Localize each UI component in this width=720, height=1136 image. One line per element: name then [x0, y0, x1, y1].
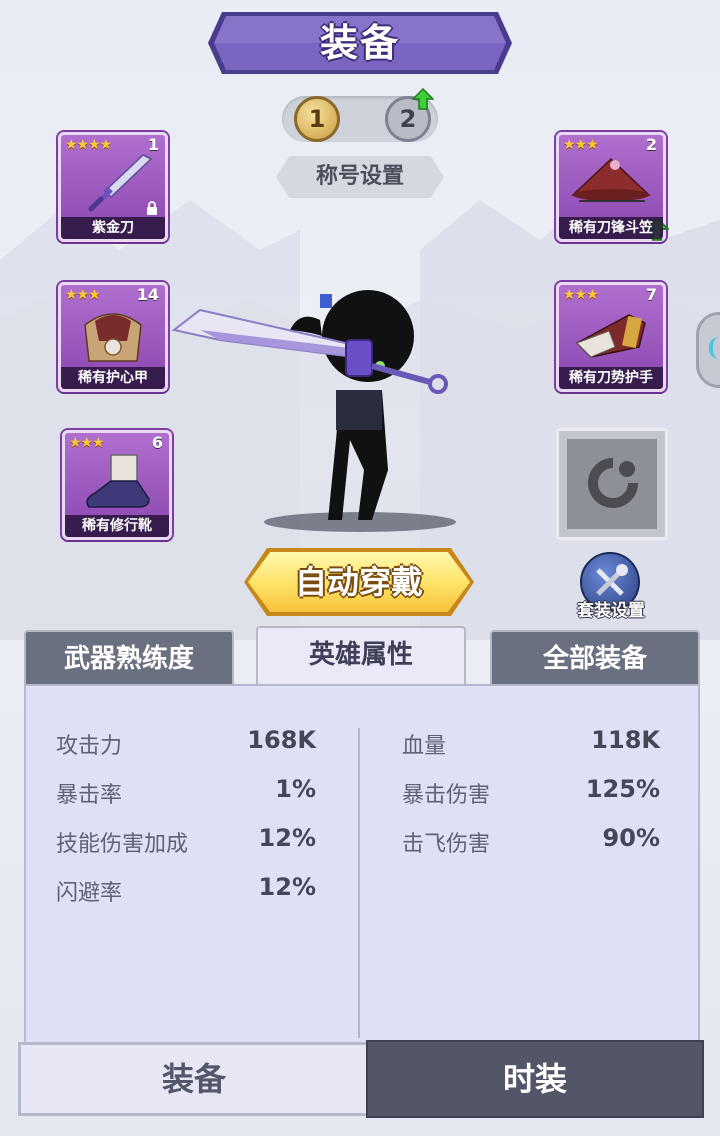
- slot-armor[interactable]: ★★★ 14 稀有护心甲: [58, 282, 168, 392]
- item-name: 稀有护心甲: [61, 367, 165, 389]
- item-name: 紫金刀: [61, 217, 165, 239]
- slot-hat[interactable]: ★★★ 2 稀有刀锋斗笠: [556, 132, 669, 242]
- suit-setting-label: 套装设置: [577, 601, 645, 621]
- stat-value: 90%: [602, 824, 660, 852]
- side-panel-handle[interactable]: [696, 312, 720, 388]
- auto-equip-button[interactable]: 自动穿戴: [244, 548, 474, 616]
- stat-value: 12%: [258, 824, 316, 852]
- star-rating: ★★★: [563, 287, 599, 303]
- item-name: 稀有修行靴: [65, 515, 169, 537]
- stat-label: 闪避率: [56, 881, 123, 906]
- slot-boots[interactable]: ★★★ 6 稀有修行靴: [62, 430, 172, 540]
- stat-value: 118K: [591, 726, 660, 754]
- page-title: 装备: [319, 21, 400, 65]
- star-rating: ★★★: [65, 287, 101, 303]
- stats-divider: [358, 728, 360, 1038]
- nav-equipment[interactable]: 装备: [18, 1042, 370, 1116]
- slot-empty[interactable]: [556, 428, 668, 540]
- stat-label: 技能伤害加成: [56, 832, 189, 857]
- lock-icon: [147, 201, 157, 215]
- tab-hero-attributes[interactable]: 英雄属性: [256, 626, 466, 688]
- item-level: 2: [645, 135, 657, 154]
- sword-icon: [88, 154, 153, 212]
- stat-label: 击飞伤害: [402, 832, 491, 857]
- page-1-button[interactable]: 1: [294, 96, 340, 142]
- page-switch: 1 2: [282, 88, 438, 142]
- boot-icon: [86, 454, 150, 508]
- title-setting-label: 称号设置: [315, 164, 404, 189]
- ring-slot-icon: [588, 458, 638, 508]
- item-name: 稀有刀势护手: [559, 367, 663, 389]
- stat-value: 12%: [258, 873, 316, 901]
- star-rating: ★★★: [69, 435, 105, 451]
- stat-value: 125%: [585, 775, 660, 803]
- nav-fashion[interactable]: 时装: [366, 1040, 704, 1118]
- hero-character: [171, 290, 456, 532]
- stat-value: 1%: [275, 775, 316, 803]
- title-banner: 装备: [208, 12, 512, 74]
- suit-setting-button[interactable]: 套装设置: [566, 552, 656, 622]
- item-name: 稀有刀锋斗笠: [559, 217, 663, 239]
- stat-label: 攻击力: [56, 734, 123, 759]
- auto-equip-label: 自动穿戴: [294, 563, 423, 601]
- gauntlet-icon: [575, 314, 646, 358]
- upgrade-arrow-icon: [412, 88, 434, 110]
- item-level: 14: [136, 285, 159, 304]
- armor-icon: [84, 313, 142, 362]
- stat-label: 暴击率: [56, 783, 123, 808]
- stat-label: 血量: [402, 734, 447, 759]
- slot-gloves[interactable]: ★★★ 7 稀有刀势护手: [556, 282, 666, 392]
- stat-value: 168K: [247, 726, 316, 754]
- title-setting-button[interactable]: 称号设置: [276, 156, 444, 198]
- star-rating: ★★★: [563, 137, 599, 153]
- stat-label: 暴击伤害: [402, 783, 491, 808]
- slot-weapon[interactable]: ★★★★ 1 紫金刀: [58, 132, 168, 242]
- item-level: 7: [645, 285, 657, 304]
- star-rating: ★★★★: [65, 137, 112, 153]
- tab-all-equipment[interactable]: 全部装备: [490, 630, 700, 688]
- tab-weapon-mastery[interactable]: 武器熟练度: [24, 630, 234, 688]
- item-level: 1: [147, 135, 159, 154]
- bamboo-hat-icon: [571, 157, 651, 202]
